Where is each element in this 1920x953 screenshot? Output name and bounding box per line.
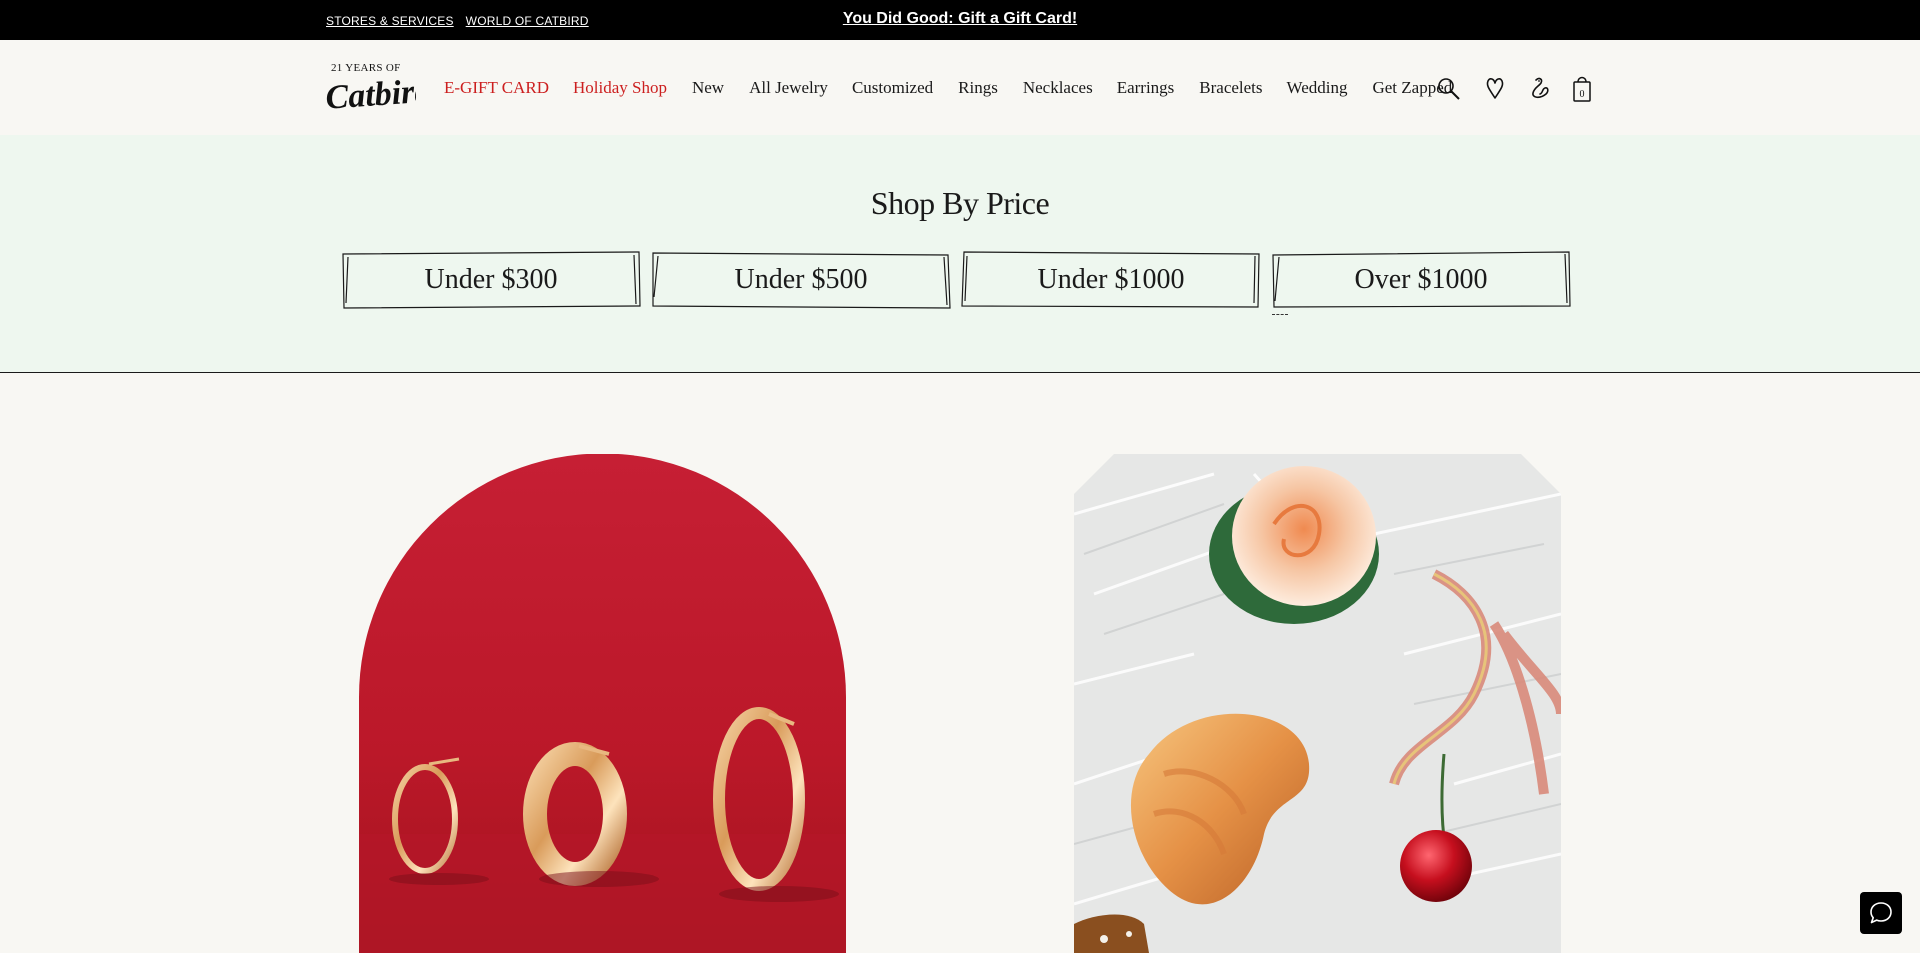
- price-under-300-label: Under $300: [424, 264, 558, 295]
- price-under-300-button[interactable]: Under $300: [341, 251, 641, 309]
- gift-card-promo-link[interactable]: You Did Good: Gift a Gift Card!: [843, 10, 1077, 27]
- bird-icon[interactable]: [1528, 76, 1552, 102]
- chat-icon: [1870, 902, 1892, 924]
- nav-necklaces[interactable]: Necklaces: [1023, 78, 1093, 98]
- nav-customized[interactable]: Customized: [852, 78, 933, 98]
- nav-bracelets[interactable]: Bracelets: [1199, 78, 1262, 98]
- price-over-1000-button[interactable]: Over $1000: [1271, 251, 1571, 309]
- price-under-1000-label: Under $1000: [1037, 264, 1185, 295]
- shop-by-price-title: Shop By Price: [870, 185, 1050, 221]
- nav-egift-card[interactable]: E-GIFT CARD: [444, 78, 549, 98]
- chat-button[interactable]: [1860, 892, 1902, 934]
- price-under-1000-button[interactable]: Under $1000: [961, 251, 1261, 309]
- promo-banner: You Did Good: Gift a Gift Card!: [0, 10, 1920, 28]
- price-under-500-button[interactable]: Under $500: [651, 251, 951, 309]
- site-header: 21 YEARS OF Catbird E-GIFT CARD Holiday …: [0, 40, 1920, 135]
- price-under-500-label: Under $500: [734, 264, 868, 295]
- bag-icon[interactable]: 0: [1572, 73, 1592, 103]
- focus-indicator: [1272, 313, 1288, 315]
- catbird-logo[interactable]: 21 YEARS OF Catbird: [326, 62, 416, 117]
- shop-by-price-section: Shop By Price Under $300 Under $500 Unde…: [0, 135, 1920, 373]
- main-nav: E-GIFT CARD Holiday Shop New All Jewelry…: [444, 78, 1452, 98]
- hoop-earrings-image[interactable]: [359, 454, 846, 953]
- logo-wordmark: Catbird: [326, 72, 416, 116]
- search-icon[interactable]: [1436, 76, 1462, 102]
- nav-holiday-shop[interactable]: Holiday Shop: [573, 78, 667, 98]
- logo-wordmark-icon: Catbird: [326, 72, 416, 116]
- bag-count: 0: [1580, 89, 1585, 100]
- nav-all-jewelry[interactable]: All Jewelry: [749, 78, 828, 98]
- holiday-ornaments-image[interactable]: [1074, 454, 1561, 953]
- nav-wedding[interactable]: Wedding: [1287, 78, 1348, 98]
- heart-icon[interactable]: [1484, 76, 1506, 102]
- nav-new[interactable]: New: [692, 78, 724, 98]
- nav-earrings[interactable]: Earrings: [1117, 78, 1175, 98]
- price-over-1000-label: Over $1000: [1354, 264, 1488, 295]
- announcement-bar: STORES & SERVICES WORLD OF CATBIRD You D…: [0, 0, 1920, 40]
- nav-rings[interactable]: Rings: [958, 78, 998, 98]
